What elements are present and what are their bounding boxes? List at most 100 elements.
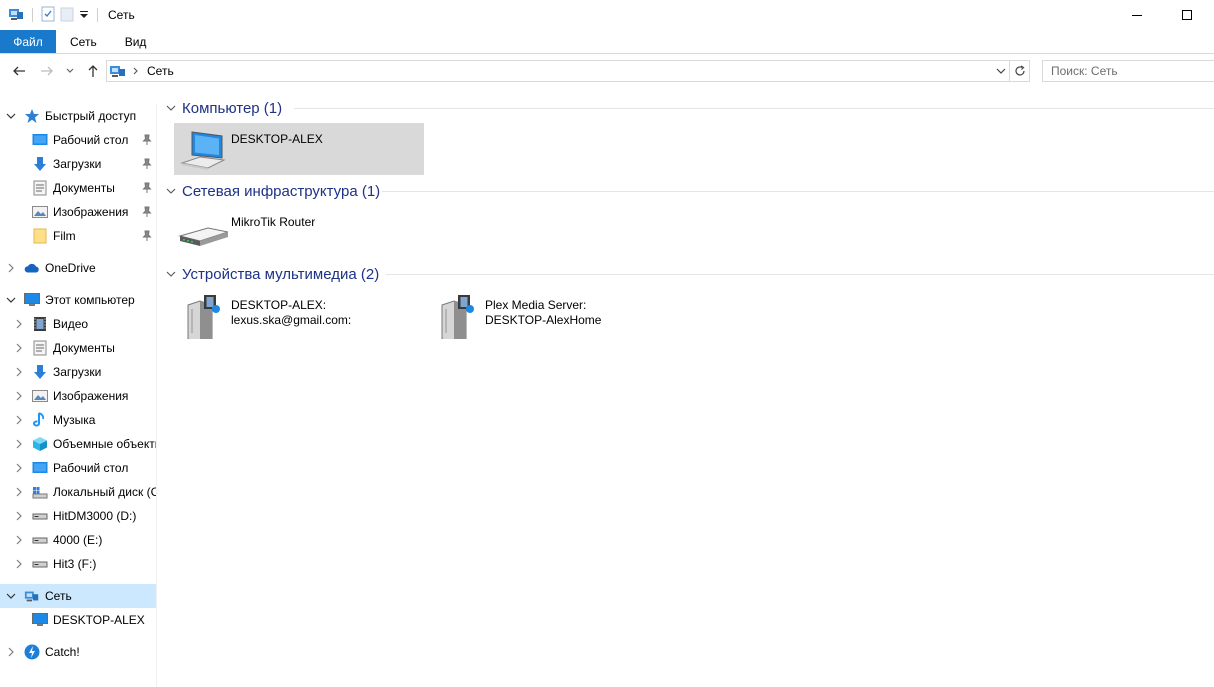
content-pane[interactable]: Компьютер (1) DESKTOP-ALEX Сетевая инфра… — [160, 92, 1214, 687]
network-icon[interactable] — [8, 6, 24, 25]
sidebar-item-downloads[interactable]: Загрузки — [0, 152, 156, 176]
address-history-dropdown[interactable] — [993, 61, 1009, 81]
pin-icon[interactable] — [142, 206, 152, 218]
sidebar-item-catch[interactable]: Catch! — [0, 640, 156, 664]
sidebar-item-desktop[interactable]: Рабочий стол — [0, 128, 156, 152]
tab-view[interactable]: Вид — [111, 30, 161, 53]
sidebar-item-videos[interactable]: Видео — [0, 312, 156, 336]
pin-icon[interactable] — [142, 182, 152, 194]
recent-locations-button[interactable] — [62, 60, 78, 82]
back-button[interactable] — [8, 60, 30, 82]
chevron-right-icon[interactable] — [13, 462, 25, 474]
chevron-down-icon[interactable] — [5, 294, 17, 306]
chevron-right-icon[interactable] — [13, 510, 25, 522]
tab-file[interactable]: Файл — [0, 30, 56, 53]
chevron-down-icon[interactable] — [5, 590, 17, 602]
chevron-right-icon[interactable] — [13, 534, 25, 546]
router-icon — [178, 210, 230, 256]
refresh-button[interactable] — [1009, 61, 1029, 81]
minimize-button[interactable] — [1114, 0, 1160, 30]
tile-desktop-alex[interactable]: DESKTOP-ALEX — [174, 123, 424, 175]
sidebar-item-desktop-pc[interactable]: Рабочий стол — [0, 456, 156, 480]
group-header-media-devices[interactable]: Устройства мультимедиа (2) — [166, 264, 379, 284]
sidebar-item-label: Hit3 (F:) — [53, 557, 97, 571]
sidebar-item-onedrive[interactable]: OneDrive — [0, 256, 156, 280]
documents-icon — [32, 340, 48, 356]
sidebar-item-documents-pc[interactable]: Документы — [0, 336, 156, 360]
tile-label: MikroTik Router — [231, 215, 315, 230]
chevron-right-icon[interactable] — [13, 318, 25, 330]
new-folder-icon[interactable] — [59, 6, 75, 25]
chevron-right-icon[interactable] — [5, 646, 17, 658]
pin-icon[interactable] — [142, 230, 152, 242]
properties-icon[interactable] — [41, 6, 55, 25]
computer-icon — [178, 127, 228, 173]
pin-icon[interactable] — [142, 134, 152, 146]
customize-dropdown-icon[interactable] — [79, 6, 89, 25]
group-divider — [294, 108, 1214, 109]
desktop-icon — [32, 460, 48, 476]
chevron-down-icon[interactable] — [5, 110, 17, 122]
sidebar-item-drive-d[interactable]: HitDM3000 (D:) — [0, 504, 156, 528]
chevron-right-icon[interactable] — [13, 342, 25, 354]
sidebar-item-local-disk-c[interactable]: Локальный диск (C:) — [0, 480, 156, 504]
sidebar-item-film[interactable]: Film — [0, 224, 156, 248]
tile-label: DESKTOP-ALEX — [231, 132, 323, 147]
sidebar-item-downloads-pc[interactable]: Загрузки — [0, 360, 156, 384]
drive-icon — [32, 508, 48, 524]
sidebar-item-quick-access[interactable]: Быстрый доступ — [0, 104, 156, 128]
up-button[interactable] — [82, 60, 104, 82]
sidebar-item-label: Film — [53, 229, 76, 243]
tile-label: DESKTOP-ALEX: lexus.ska@gmail.com: — [231, 298, 351, 328]
chevron-down-icon — [166, 268, 178, 280]
tile-line1: MikroTik Router — [231, 215, 316, 229]
pin-icon[interactable] — [142, 158, 152, 170]
download-icon — [32, 364, 48, 380]
tile-media-desktop-alex[interactable]: DESKTOP-ALEX: lexus.ska@gmail.com: — [174, 289, 424, 344]
sidebar-item-this-pc[interactable]: Этот компьютер — [0, 288, 156, 312]
chevron-down-icon — [66, 68, 74, 73]
sidebar-item-label: Объемные объекты — [53, 437, 157, 451]
chevron-right-icon[interactable] — [5, 262, 17, 274]
breadcrumb-chevron-icon[interactable] — [133, 67, 139, 75]
ribbon-tabs: Файл Сеть Вид — [0, 30, 1214, 54]
group-header-network-infrastructure[interactable]: Сетевая инфраструктура (1) — [166, 181, 380, 201]
drive-icon — [32, 532, 48, 548]
sidebar-item-label: Рабочий стол — [53, 133, 129, 147]
tile-plex-media-server[interactable]: Plex Media Server: DESKTOP-AlexHome — [428, 289, 678, 344]
chevron-right-icon[interactable] — [13, 438, 25, 450]
chevron-down-icon — [166, 185, 178, 197]
tile-mikrotik-router[interactable]: MikroTik Router — [174, 206, 424, 258]
sidebar-item-desktop-alex[interactable]: DESKTOP-ALEX — [0, 608, 156, 632]
sidebar-item-drive-e[interactable]: 4000 (E:) — [0, 528, 156, 552]
sidebar-item-label: OneDrive — [45, 261, 96, 275]
sidebar-item-music[interactable]: Музыка — [0, 408, 156, 432]
sidebar-item-label: Загрузки — [53, 365, 102, 379]
tile-label: Plex Media Server: DESKTOP-AlexHome — [485, 298, 601, 328]
sidebar-item-3d-objects[interactable]: Объемные объекты — [0, 432, 156, 456]
music-icon — [32, 412, 48, 428]
sidebar-item-label: DESKTOP-ALEX — [53, 613, 145, 627]
sidebar-item-pictures-pc[interactable]: Изображения — [0, 384, 156, 408]
media-server-icon — [178, 293, 228, 344]
chevron-right-icon[interactable] — [13, 366, 25, 378]
chevron-right-icon[interactable] — [13, 558, 25, 570]
sidebar-item-label: Этот компьютер — [45, 293, 135, 307]
tab-network[interactable]: Сеть — [56, 30, 111, 53]
sidebar-item-network[interactable]: Сеть — [0, 584, 156, 608]
address-bar[interactable]: Сеть — [106, 60, 1030, 82]
chevron-right-icon[interactable] — [13, 486, 25, 498]
breadcrumb-network[interactable]: Сеть — [147, 64, 174, 78]
arrow-left-icon — [13, 66, 25, 76]
search-input[interactable] — [1042, 60, 1214, 82]
sidebar-item-pictures[interactable]: Изображения — [0, 200, 156, 224]
forward-button[interactable] — [36, 60, 58, 82]
navigation-pane[interactable]: Быстрый доступ Рабочий стол Загрузки Док… — [0, 104, 157, 687]
documents-icon — [32, 180, 48, 196]
chevron-right-icon[interactable] — [13, 390, 25, 402]
group-header-computers[interactable]: Компьютер (1) — [166, 98, 282, 118]
sidebar-item-drive-f[interactable]: Hit3 (F:) — [0, 552, 156, 576]
maximize-button[interactable] — [1164, 0, 1210, 30]
sidebar-item-documents[interactable]: Документы — [0, 176, 156, 200]
chevron-right-icon[interactable] — [13, 414, 25, 426]
